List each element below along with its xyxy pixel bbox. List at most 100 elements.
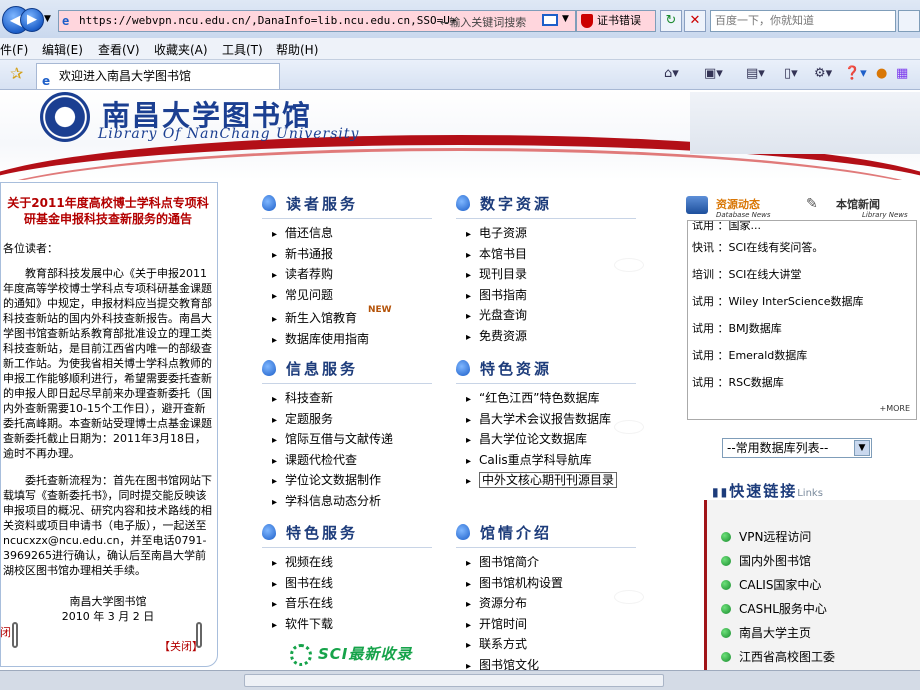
news-item[interactable]: 试用 ：BMJ数据库: [692, 320, 782, 336]
refresh-button[interactable]: ↻: [660, 10, 682, 32]
section-digital-resources: 数字资源: [456, 193, 552, 214]
quick-links-title: ▮▮快速链接Links: [712, 480, 823, 501]
ie-page-icon: e: [62, 14, 70, 28]
link-conference-db[interactable]: 昌大学术会议报告数据库: [466, 410, 617, 431]
tab-library-news[interactable]: 本馆新闻 Library News: [836, 196, 908, 219]
divider: [456, 218, 636, 219]
link-thesis-data[interactable]: 学位论文数据制作: [272, 471, 393, 492]
rss-icon[interactable]: ▣▾: [704, 66, 723, 84]
home-icon[interactable]: ⌂▾: [664, 66, 679, 84]
link-core-journals[interactable]: 中外文核心期刊刊源目录: [466, 471, 618, 492]
print-icon[interactable]: ▤▾: [746, 66, 765, 84]
link-calis-navigation[interactable]: Calis重点学科导航库: [466, 451, 617, 472]
quick-link-jiangxi[interactable]: 江西省高校图工委: [721, 648, 835, 665]
link-music-online[interactable]: 音乐在线: [272, 594, 333, 615]
news-more-link[interactable]: +MORE: [879, 404, 910, 413]
tab-label: 资源动态: [716, 198, 760, 211]
link-software-download[interactable]: 软件下载: [272, 615, 333, 636]
sci-ring-icon: [290, 643, 312, 666]
link-opening-hours[interactable]: 开馆时间: [466, 615, 563, 636]
news-item[interactable]: 试用 ：RSC数据库: [692, 374, 784, 390]
link-contact[interactable]: 联系方式: [466, 635, 563, 656]
stop-button[interactable]: ✕: [684, 10, 706, 32]
menu-favorites[interactable]: 收藏夹(A): [154, 41, 208, 58]
link-resource-distribution[interactable]: 资源分布: [466, 594, 563, 615]
sci-banner-link[interactable]: SCI最新收录: [290, 643, 412, 666]
gear-icon[interactable]: ⚙▾: [814, 66, 832, 84]
compat-view-icon[interactable]: [542, 14, 558, 26]
forward-button[interactable]: ▶: [20, 8, 44, 32]
news-item[interactable]: 试用 ：Wiley InterScience数据库: [692, 293, 863, 309]
tab-active[interactable]: e 欢迎进入南昌大学图书馆: [36, 63, 280, 89]
news-item[interactable]: 培训 ：SCI在线大讲堂: [692, 266, 801, 282]
link-video-online[interactable]: 视频在线: [272, 553, 333, 574]
news-type: 试用: [692, 349, 714, 362]
favorites-star-icon[interactable]: ✰: [10, 64, 23, 83]
page-icon[interactable]: ▯▾: [784, 66, 798, 84]
certificate-error-button[interactable]: 证书错误: [576, 10, 656, 32]
section-marker-icon: [262, 524, 276, 540]
quick-link-cashl[interactable]: CASHL服务中心: [721, 600, 827, 617]
quick-link-calis[interactable]: CALIS国家中心: [721, 576, 821, 593]
link-borrow-info[interactable]: 借还信息: [272, 224, 369, 245]
menu-edit[interactable]: 编辑(E): [42, 41, 83, 58]
url-text: https://webvpn.ncu.edu.cn/,DanaInfo=lib.…: [79, 14, 457, 27]
tab-label: 本馆新闻: [836, 198, 880, 211]
menu-view[interactable]: 查看(V): [98, 41, 140, 58]
quick-link-vpn[interactable]: VPN远程访问: [721, 528, 811, 545]
search-button[interactable]: [898, 10, 920, 32]
quick-links-box: VPN远程访问 国内外图书馆 CALIS国家中心 CASHL服务中心 南昌大学主…: [704, 500, 920, 670]
horizontal-scrollbar[interactable]: [244, 674, 664, 687]
menu-tools[interactable]: 工具(T): [222, 41, 263, 58]
link-red-jiangxi-db[interactable]: “红色江西”特色数据库: [466, 389, 617, 410]
link-free-resources[interactable]: 免费资源: [466, 327, 527, 348]
notice-close-button[interactable]: 【关闭】: [3, 638, 213, 654]
side-close-label[interactable]: 闭: [0, 624, 11, 640]
database-news-icon: [686, 196, 708, 214]
link-topic-service[interactable]: 定题服务: [272, 410, 393, 431]
link-freshman-education[interactable]: 新生入馆教育: [272, 309, 369, 330]
tab-database-news[interactable]: 资源动态 Database News: [716, 196, 771, 219]
link-cd-query[interactable]: 光盘查询: [466, 306, 527, 327]
notice-paragraph-1: 教育部科技发展中心《关于申报2011年度高等学校博士学科点专项科研基金课题的通知…: [3, 267, 212, 460]
library-intro-list: 图书馆简介 图书馆机构设置 资源分布 开馆时间 联系方式 图书馆文化: [466, 553, 563, 676]
link-faq[interactable]: 常见问题: [272, 286, 369, 307]
link-database-guide[interactable]: 数据库使用指南: [272, 330, 369, 351]
link-catalog[interactable]: 本馆书目: [466, 245, 527, 266]
database-select[interactable]: --常用数据库列表-- ▼: [722, 438, 872, 458]
history-dropdown-icon[interactable]: ▼: [44, 14, 51, 24]
link-discipline-analysis[interactable]: 学科信息动态分析: [272, 492, 393, 513]
link-library-profile[interactable]: 图书馆简介: [466, 553, 563, 574]
help-icon[interactable]: ❓▾: [844, 66, 867, 84]
link-reader-recommend[interactable]: 读者荐购: [272, 265, 369, 286]
link-search-on-behalf[interactable]: 课题代检代查: [272, 451, 393, 472]
quick-link-libraries[interactable]: 国内外图书馆: [721, 552, 811, 569]
address-dropdown-icon[interactable]: ▼: [562, 14, 569, 24]
news-text: ：Emerald数据库: [717, 349, 808, 362]
section-info-service: 信息服务: [262, 358, 358, 379]
news-text: ：BMJ数据库: [717, 322, 782, 335]
notice-greeting: 各位读者：: [3, 242, 58, 255]
news-item[interactable]: 试用 ：国家...: [692, 221, 761, 233]
menu-help[interactable]: 帮助(H): [276, 41, 318, 58]
notice-popup: 关于2011年度高校博士学科点专项科研基金申报科技查新服务的通告 各位读者： 教…: [0, 182, 218, 667]
link-library-guide[interactable]: 图书指南: [466, 286, 527, 307]
scroll-handle-icon: [196, 622, 202, 648]
link-organization[interactable]: 图书馆机构设置: [466, 574, 563, 595]
menu-file[interactable]: 件(F): [0, 41, 28, 58]
addon-icon[interactable]: ●: [876, 66, 887, 84]
link-books-online[interactable]: 图书在线: [272, 574, 333, 595]
link-new-books[interactable]: 新书通报: [272, 245, 369, 266]
link-novelty-search[interactable]: 科技查新: [272, 389, 393, 410]
search-input[interactable]: 百度一下，你就知道: [710, 10, 896, 32]
news-item[interactable]: 快讯 ：SCI在线有奖问答。: [692, 239, 823, 255]
link-current-journals[interactable]: 现刊目录: [466, 265, 527, 286]
news-item[interactable]: 试用 ：Emerald数据库: [692, 347, 807, 363]
news-text: ：SCI在线有奖问答。: [717, 241, 824, 254]
research-icon[interactable]: ▦: [896, 66, 908, 84]
quick-link-ncu-home[interactable]: 南昌大学主页: [721, 624, 811, 641]
link-thesis-db[interactable]: 昌大学位论文数据库: [466, 430, 617, 451]
link-interlibrary-loan[interactable]: 馆际互借与文献传递: [272, 430, 393, 451]
reader-service-list: 借还信息 新书通报 读者荐购 常见问题 新生入馆教育 数据库使用指南: [272, 224, 369, 350]
link-e-resources[interactable]: 电子资源: [466, 224, 527, 245]
